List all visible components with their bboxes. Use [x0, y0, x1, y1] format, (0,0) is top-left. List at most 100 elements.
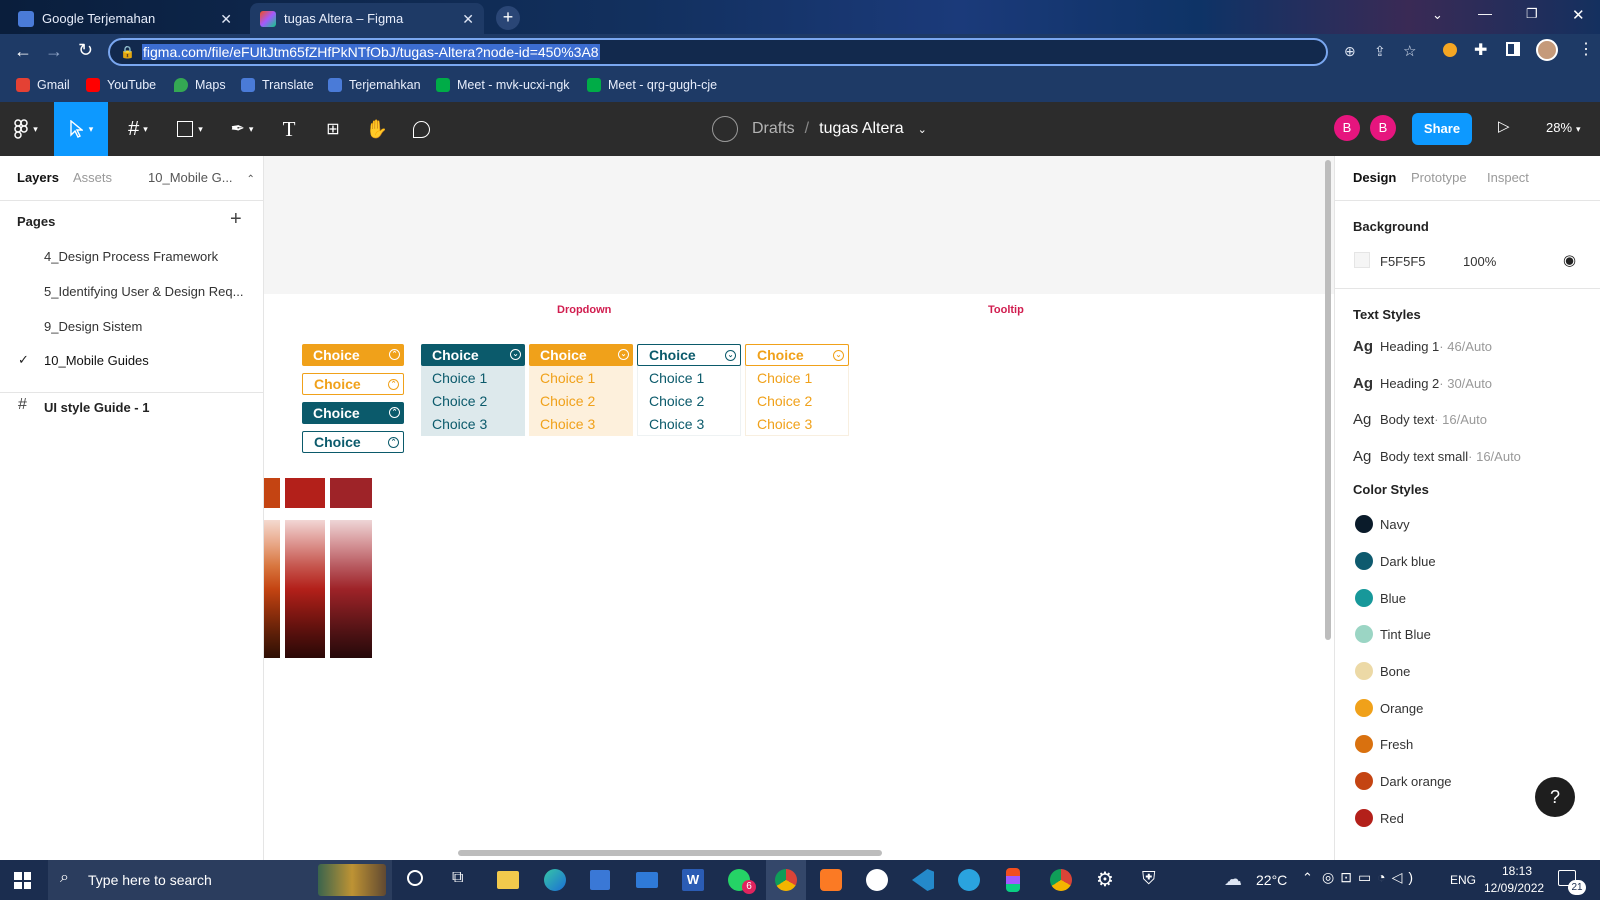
side-panel-icon[interactable] — [1506, 42, 1520, 56]
pen-tool-button[interactable]: ✒ ▾ — [222, 102, 262, 156]
vertical-scrollbar[interactable] — [1325, 160, 1331, 640]
clock-date[interactable]: 12/09/2022 — [1484, 881, 1544, 895]
extension-icon[interactable] — [1443, 43, 1457, 57]
reload-icon[interactable]: ↻ — [78, 40, 93, 61]
tab-inspect[interactable]: Inspect — [1487, 170, 1529, 185]
dropdown-option[interactable]: Choice 3 — [746, 412, 812, 435]
text-style-item[interactable]: Ag Body text small · 16/Auto — [1353, 448, 1521, 465]
bookmark-terjemahkan[interactable]: Terjemahkan — [328, 78, 421, 92]
taskbar-search-box[interactable]: ⌕ Type here to search — [48, 860, 392, 900]
tab-search-icon[interactable]: ⌄ — [1432, 7, 1443, 23]
xampp-icon[interactable] — [820, 869, 842, 891]
dropdown-header[interactable]: Choice ⌄ — [529, 344, 633, 366]
breadcrumb-drafts[interactable]: Drafts — [752, 120, 795, 138]
dropdown-orange-outline[interactable]: Choice ⌃ — [302, 373, 404, 395]
background-swatch[interactable] — [1354, 252, 1370, 268]
background-hex[interactable]: F5F5F5 — [1380, 254, 1426, 269]
text-tool-button[interactable]: T — [274, 102, 304, 156]
close-tab-icon[interactable]: ✕ — [462, 11, 474, 28]
edge-icon[interactable] — [544, 869, 566, 891]
minimize-icon[interactable]: — — [1478, 5, 1492, 21]
dropdown-option[interactable]: Choice 1 — [529, 366, 595, 389]
close-tab-icon[interactable]: ✕ — [220, 11, 232, 28]
bookmark-meet-1[interactable]: Meet - mvk-ucxi-ngk — [436, 78, 570, 92]
dropdown-header[interactable]: Choice ⌄ — [421, 344, 525, 366]
avatar[interactable]: B — [1370, 115, 1396, 141]
restore-icon[interactable]: ❐ — [1526, 6, 1538, 22]
horizontal-scrollbar[interactable] — [458, 850, 882, 856]
chevron-down-icon[interactable]: ⌄ — [918, 123, 927, 136]
vscode-icon[interactable] — [912, 869, 934, 891]
bookmark-meet-2[interactable]: Meet - qrg-gugh-cje — [587, 78, 717, 92]
task-view-icon[interactable]: ⧉ — [452, 869, 463, 887]
text-style-item[interactable]: Ag Heading 2 · 30/Auto — [1353, 375, 1492, 392]
bookmark-gmail[interactable]: Gmail — [16, 78, 70, 92]
layer-item[interactable]: UI style Guide - 1 — [44, 400, 149, 415]
profile-avatar[interactable] — [1536, 39, 1558, 61]
color-style-item[interactable]: Blue — [1353, 587, 1583, 609]
hand-tool-button[interactable]: ✋ — [362, 102, 392, 156]
page-item[interactable]: 4_Design Process Framework — [44, 249, 218, 264]
share-button[interactable]: Share — [1412, 113, 1472, 145]
weather-icon[interactable]: ☁ — [1224, 869, 1242, 890]
security-icon[interactable]: ⛨ — [1142, 868, 1156, 889]
input-language[interactable]: ENG — [1450, 873, 1476, 887]
eye-icon[interactable]: ◉ — [1563, 251, 1576, 269]
dropdown-option[interactable]: Choice 3 — [529, 412, 595, 435]
mail-icon[interactable] — [636, 872, 658, 888]
dropdown-option[interactable]: Choice 3 — [638, 412, 704, 435]
dropdown-option[interactable]: Choice 2 — [421, 389, 487, 412]
forward-icon[interactable]: → — [45, 41, 63, 62]
zoom-dropdown[interactable]: 28% ▾ — [1546, 120, 1581, 135]
window-close-icon[interactable]: ✕ — [1572, 6, 1585, 24]
dropdown-option[interactable]: Choice 3 — [421, 412, 487, 435]
resources-button[interactable]: ⊞ — [318, 102, 348, 156]
dropdown-option[interactable]: Choice 2 — [638, 389, 704, 412]
dropdown-option[interactable]: Choice 1 — [638, 366, 704, 389]
tray-icons[interactable]: ◎⊡▭◔◁) — [1322, 869, 1419, 886]
color-style-item[interactable]: Bone — [1353, 660, 1583, 682]
page-item-current[interactable]: 10_Mobile Guides — [44, 353, 149, 368]
file-name[interactable]: tugas Altera — [819, 120, 904, 138]
comment-tool-button[interactable] — [406, 102, 436, 156]
dropdown-header[interactable]: Choice ⌄ — [637, 344, 741, 366]
bookmark-youtube[interactable]: YouTube — [86, 78, 156, 92]
telegram-icon[interactable] — [958, 869, 980, 891]
bookmark-maps[interactable]: Maps — [174, 78, 226, 92]
tray-chevron-icon[interactable]: ⌃ — [1302, 870, 1313, 886]
shape-tool-button[interactable]: ▾ — [170, 102, 210, 156]
app-icon[interactable] — [866, 869, 888, 891]
color-style-item[interactable]: Dark blue — [1353, 550, 1583, 572]
dropdown-option[interactable]: Choice 2 — [746, 389, 812, 412]
word-icon[interactable]: W — [682, 869, 704, 891]
clock-time[interactable]: 18:13 — [1502, 864, 1532, 878]
windows-start-icon[interactable] — [14, 872, 31, 889]
text-style-item[interactable]: Ag Heading 1 · 46/Auto — [1353, 338, 1492, 355]
text-style-item[interactable]: Ag Body text · 16/Auto — [1353, 411, 1487, 428]
tab-assets[interactable]: Assets — [73, 170, 112, 185]
canvas[interactable]: Dropdown Tooltip Choice ⌃ Choice ⌃ Choice ⌃… — [264, 156, 1334, 860]
page-selector[interactable]: 10_Mobile G... ⌃ — [148, 170, 255, 185]
dropdown-option[interactable]: Choice 2 — [529, 389, 595, 412]
frame-tool-button[interactable]: # ▾ — [118, 102, 158, 156]
dropdown-header[interactable]: Choice ⌄ — [745, 344, 849, 366]
color-style-item[interactable]: Fresh — [1353, 733, 1583, 755]
add-page-icon[interactable]: + — [230, 208, 242, 231]
weather-temp[interactable]: 22°C — [1256, 872, 1287, 888]
back-icon[interactable]: ← — [14, 41, 32, 62]
browser-menu-icon[interactable]: ⋮ — [1578, 39, 1594, 59]
url-field[interactable]: 🔒 figma.com/file/eFUltJtm65fZHfPkNTfObJ/… — [108, 38, 1416, 66]
present-button[interactable]: ▷ — [1498, 117, 1510, 135]
background-opacity[interactable]: 100% — [1463, 254, 1496, 269]
bookmark-translate[interactable]: Translate — [241, 78, 314, 92]
main-menu-button[interactable]: ▾ — [0, 102, 52, 156]
page-item[interactable]: 5_Identifying User & Design Req... — [44, 284, 243, 299]
move-tool-button[interactable]: ▾ — [54, 102, 108, 156]
color-style-item[interactable]: Navy — [1353, 513, 1583, 535]
figma-app-icon[interactable] — [1006, 868, 1020, 892]
tab-layers[interactable]: Layers — [17, 170, 59, 185]
zoom-icon[interactable]: ⊕ — [1344, 43, 1356, 60]
tab-prototype[interactable]: Prototype — [1411, 170, 1467, 185]
new-tab-button[interactable]: + — [496, 6, 520, 30]
dropdown-option[interactable]: Choice 1 — [421, 366, 487, 389]
